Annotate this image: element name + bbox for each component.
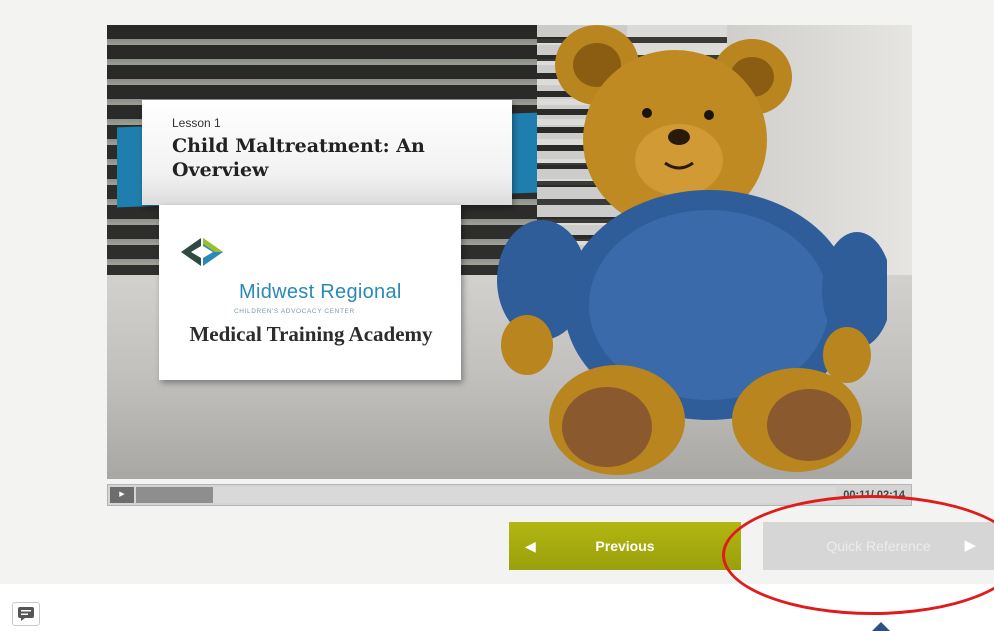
logo-subtitle: CHILDREN'S ADVOCACY CENTER [234, 308, 355, 315]
previous-button-label: Previous [595, 538, 655, 554]
previous-button[interactable]: ◀ Previous [509, 522, 741, 570]
midwest-regional-logo-icon [181, 238, 223, 266]
video-frame[interactable]: Lesson 1 Child Maltreatment: An Overview… [107, 25, 912, 479]
annotation-circle [722, 495, 994, 615]
progress-bar[interactable] [136, 487, 836, 503]
academy-name: Medical Training Academy [189, 322, 433, 346]
caret-up-icon [872, 622, 890, 631]
previous-arrow-icon: ◀ [525, 538, 536, 554]
organization-logo-card: Midwest Regional CHILDREN'S ADVOCACY CEN… [159, 205, 461, 380]
teddy-bear-image [497, 25, 887, 475]
lesson-title-card: Lesson 1 Child Maltreatment: An Overview [142, 100, 512, 205]
captions-icon [18, 607, 34, 621]
lesson-number: Lesson 1 [172, 116, 221, 130]
play-button[interactable]: ▶ [110, 487, 134, 503]
playback-controls: ▶ 00:11/ 02:14 [107, 484, 912, 506]
play-icon: ▶ [119, 491, 125, 498]
progress-bar-fill [136, 487, 213, 503]
captions-button[interactable] [12, 602, 40, 626]
lesson-title: Child Maltreatment: An Overview [172, 135, 425, 181]
video-player: Lesson 1 Child Maltreatment: An Overview… [107, 25, 912, 509]
logo-name: Midwest Regional [239, 281, 402, 303]
